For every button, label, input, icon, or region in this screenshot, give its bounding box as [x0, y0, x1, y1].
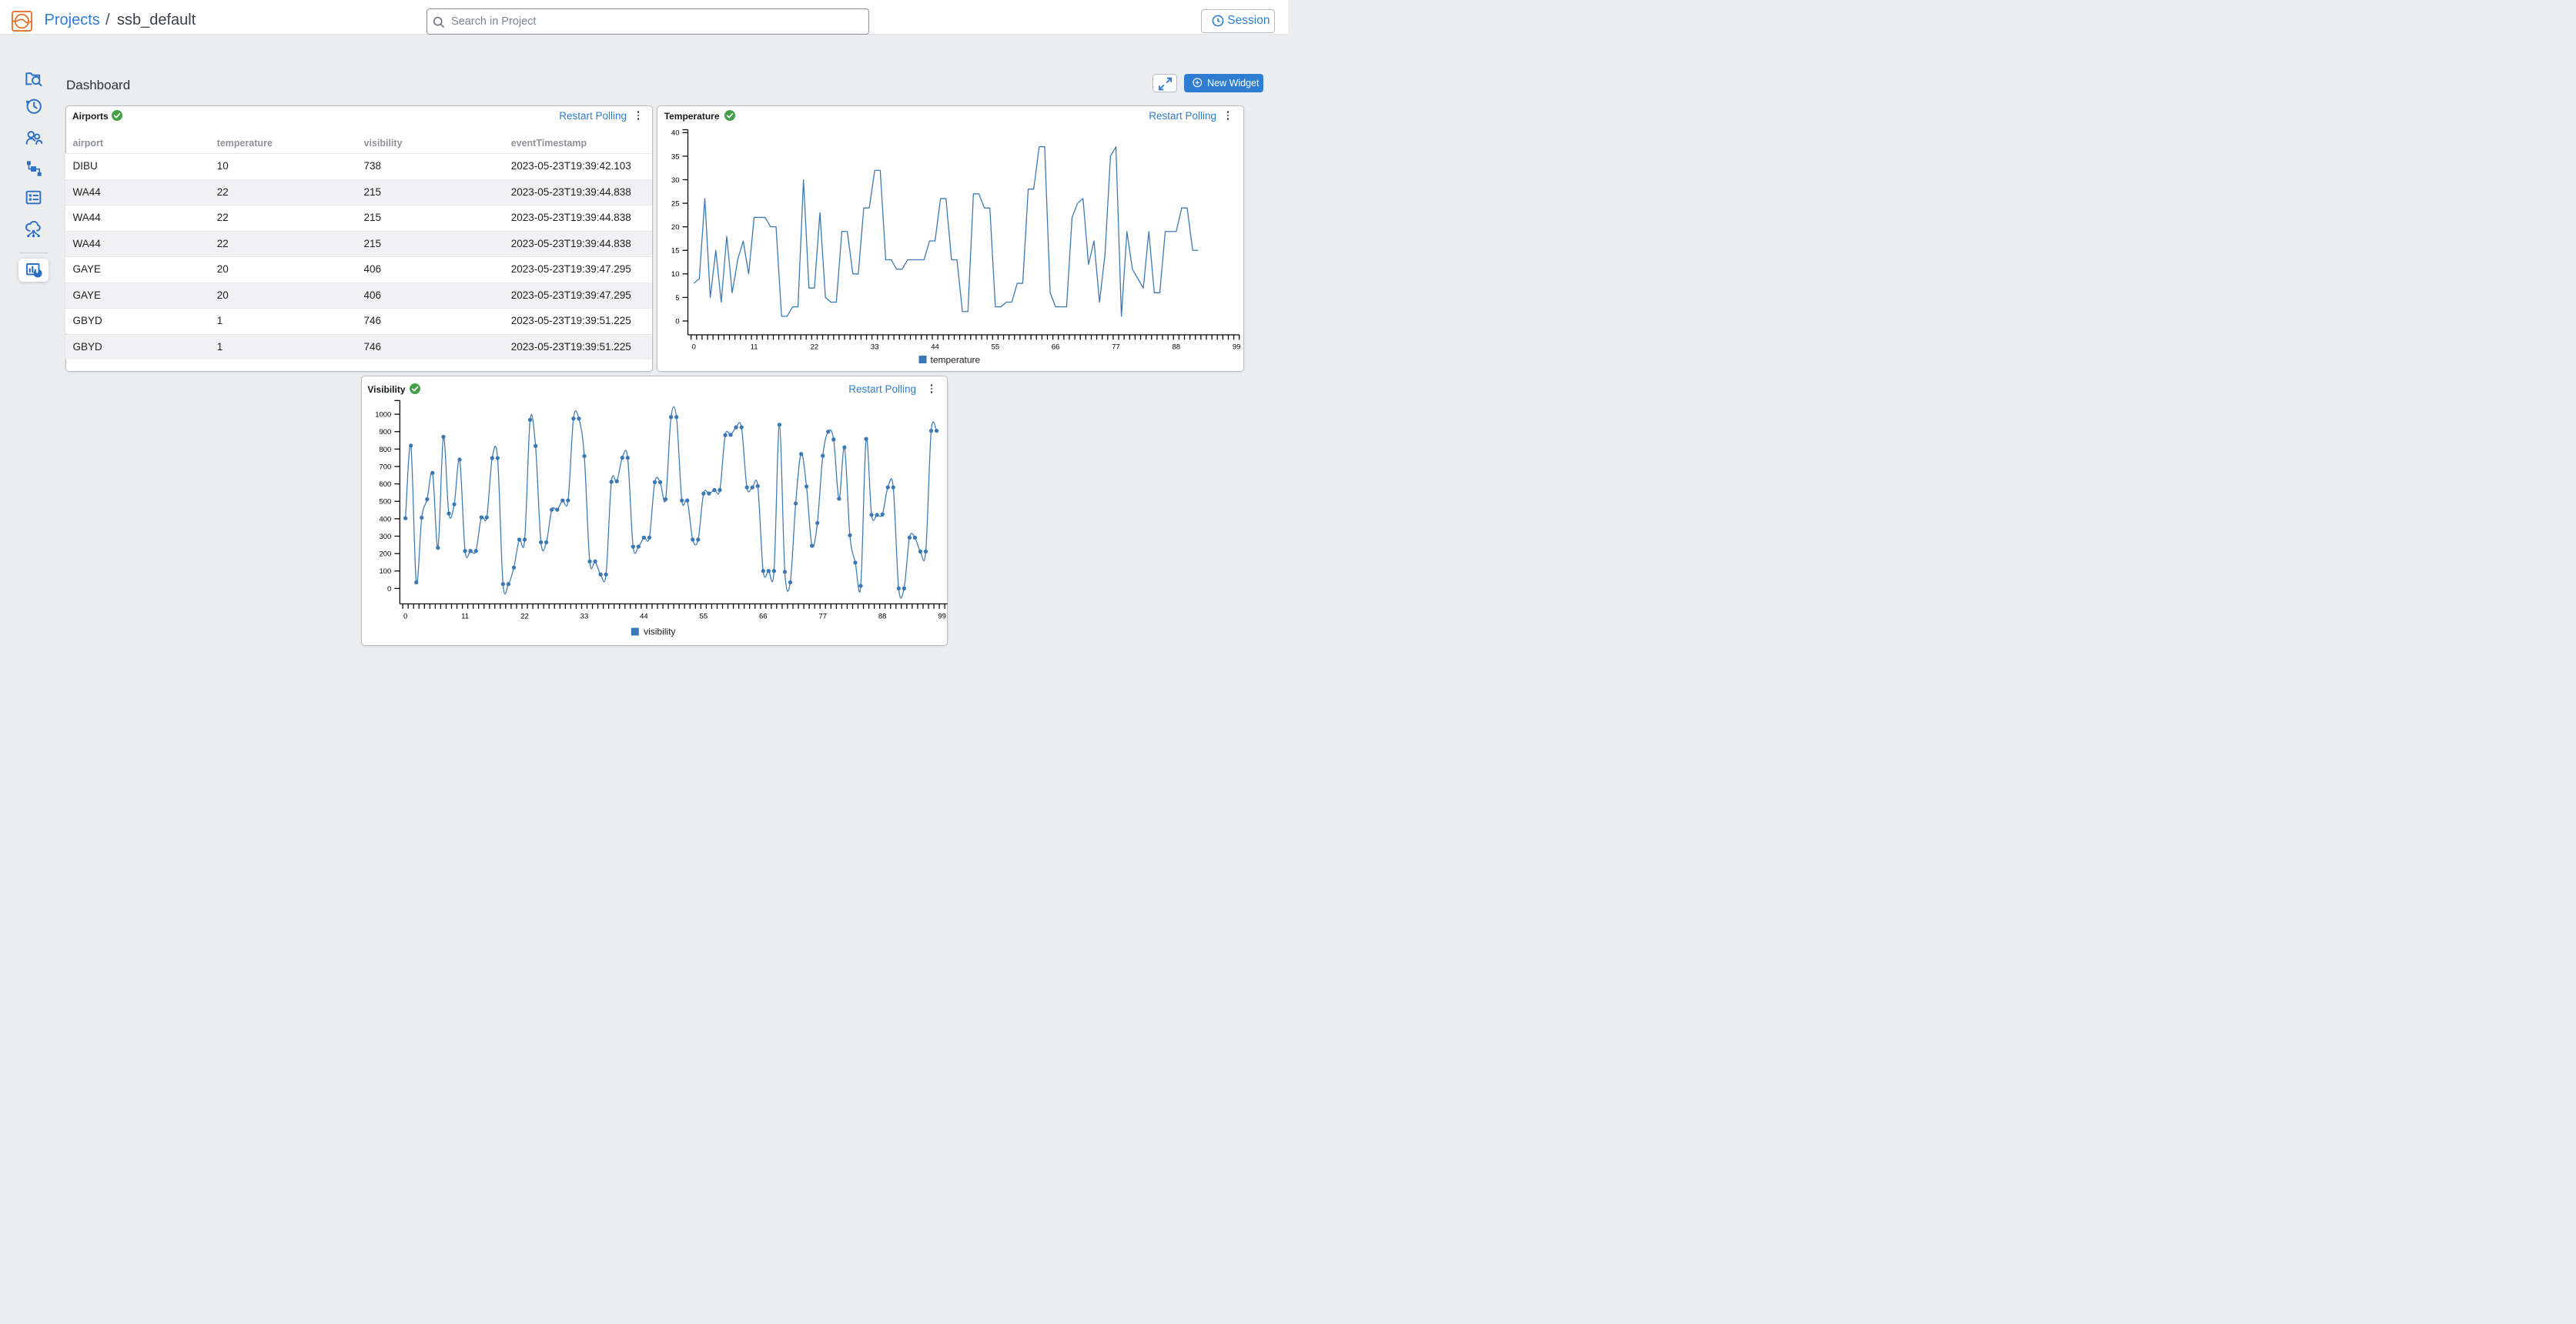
svg-text:40: 40 [671, 129, 680, 138]
svg-text:66: 66 [759, 613, 768, 621]
svg-text:33: 33 [580, 613, 589, 621]
svg-text:33: 33 [871, 343, 879, 352]
svg-text:600: 600 [379, 480, 391, 489]
svg-text:55: 55 [992, 343, 1000, 352]
svg-text:0: 0 [403, 613, 407, 621]
svg-text:20: 20 [671, 223, 680, 232]
svg-text:88: 88 [1173, 343, 1181, 352]
svg-text:44: 44 [640, 613, 648, 621]
svg-text:700: 700 [379, 463, 391, 471]
svg-text:100: 100 [379, 567, 391, 576]
svg-text:200: 200 [379, 550, 391, 559]
svg-text:25: 25 [671, 199, 680, 208]
svg-text:99: 99 [938, 613, 946, 621]
svg-text:11: 11 [751, 343, 758, 352]
svg-text:55: 55 [700, 613, 708, 621]
svg-text:15: 15 [671, 247, 680, 256]
svg-text:88: 88 [878, 613, 887, 621]
svg-text:44: 44 [931, 343, 939, 352]
svg-text:99: 99 [1233, 343, 1241, 352]
svg-text:77: 77 [1112, 343, 1120, 352]
svg-text:500: 500 [379, 498, 391, 507]
svg-text:22: 22 [520, 613, 529, 621]
svg-text:22: 22 [811, 343, 819, 352]
svg-text:900: 900 [379, 428, 391, 436]
svg-text:1000: 1000 [375, 411, 391, 420]
svg-text:5: 5 [675, 294, 679, 303]
svg-text:10: 10 [671, 270, 680, 279]
svg-text:300: 300 [379, 533, 391, 541]
svg-text:800: 800 [379, 446, 391, 454]
svg-text:11: 11 [461, 613, 469, 621]
svg-text:35: 35 [671, 152, 680, 161]
svg-text:400: 400 [379, 515, 391, 523]
svg-text:77: 77 [818, 613, 827, 621]
svg-text:0: 0 [387, 585, 391, 593]
svg-text:66: 66 [1052, 343, 1060, 352]
svg-text:0: 0 [692, 343, 696, 352]
svg-text:30: 30 [671, 176, 680, 185]
svg-text:visibility: visibility [644, 626, 675, 637]
svg-text:temperature: temperature [931, 354, 981, 365]
svg-text:0: 0 [675, 317, 679, 326]
